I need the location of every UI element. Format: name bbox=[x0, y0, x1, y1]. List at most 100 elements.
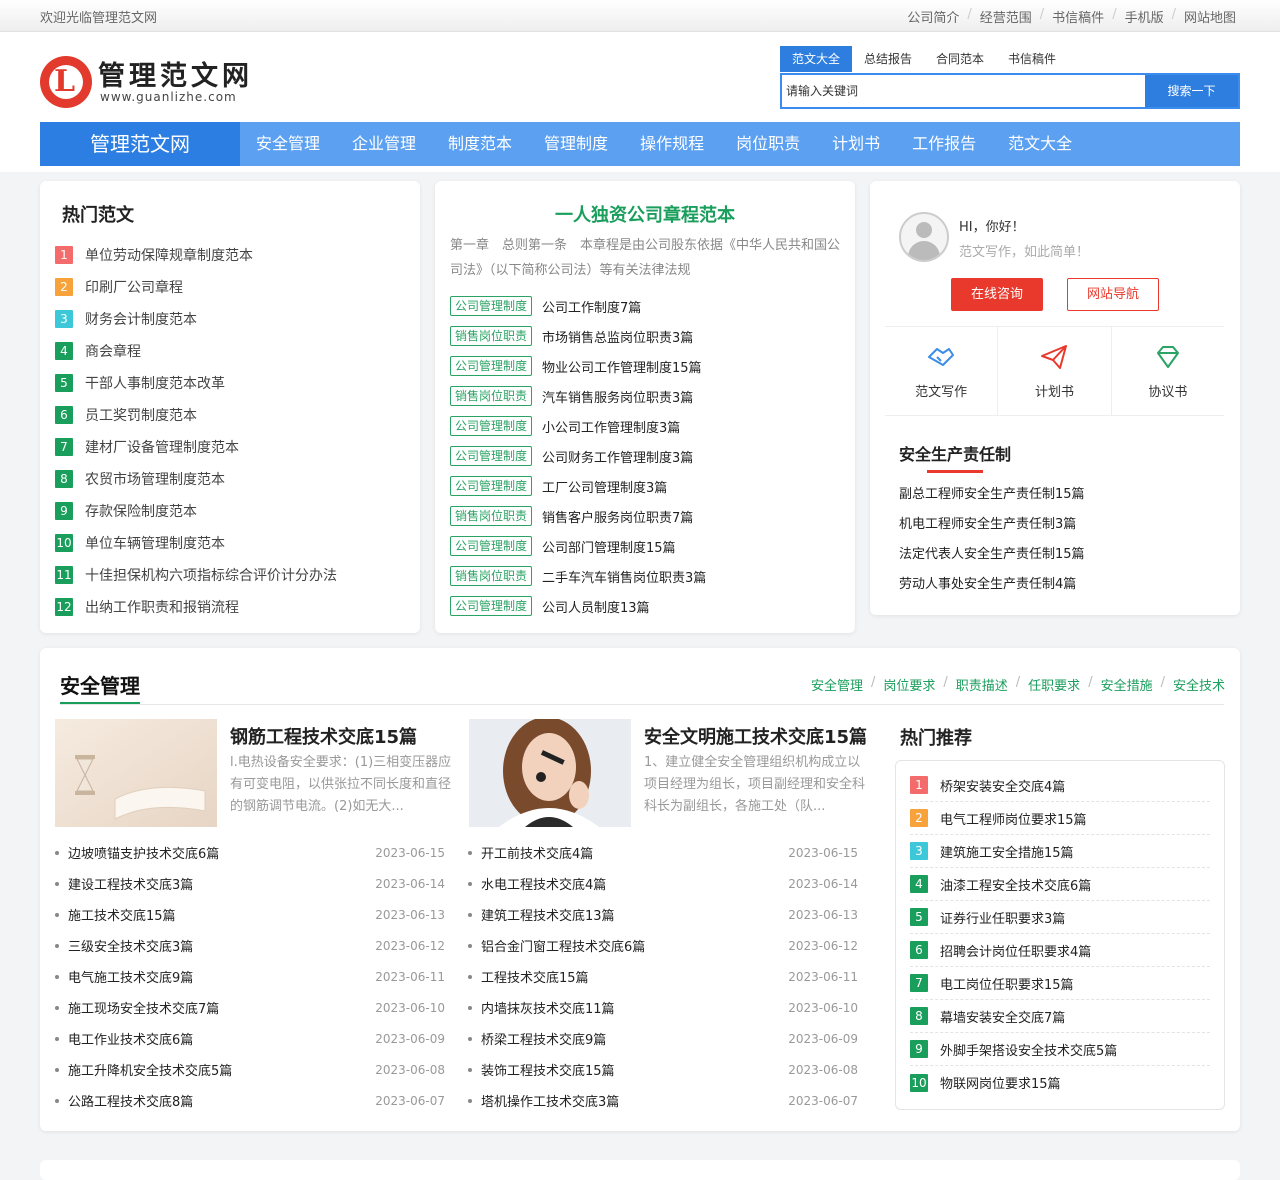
feature-title[interactable]: 钢筋工程技术交底15篇 bbox=[230, 723, 417, 749]
list-item[interactable]: 内墙抹灰技术交底11篇 2023-06-10 bbox=[468, 992, 858, 1023]
list-item[interactable]: 施工技术交底15篇 2023-06-13 bbox=[55, 899, 445, 930]
list-item[interactable]: 12 出纳工作职责和报销流程 bbox=[55, 591, 337, 623]
section-link[interactable]: 职责描述 bbox=[956, 675, 1008, 694]
search-button[interactable]: 搜索一下 bbox=[1145, 75, 1238, 107]
feature-article[interactable]: 安全文明施工技术交底15篇 1、建立健全安全管理组织机构成立以项目经理为组长，项… bbox=[469, 719, 869, 827]
list-item[interactable]: 2 电气工程师岗位要求15篇 bbox=[910, 802, 1210, 835]
section-link[interactable]: 安全技术 bbox=[1173, 675, 1225, 694]
site-nav-button[interactable]: 网站导航 bbox=[1067, 278, 1159, 311]
nav-item-management-system[interactable]: 管理制度 bbox=[528, 122, 624, 166]
nav-item-reports[interactable]: 工作报告 bbox=[896, 122, 992, 166]
list-item[interactable]: 施工升降机安全技术交底5篇 2023-06-08 bbox=[55, 1054, 445, 1085]
list-item[interactable]: 3 财务会计制度范本 bbox=[55, 303, 337, 335]
list-item[interactable]: 工程技术交底15篇 2023-06-11 bbox=[468, 961, 858, 992]
feature-article[interactable]: 钢筋工程技术交底15篇 l.电热设备安全要求：(1)三相变压器应有可变电阻，以供… bbox=[55, 719, 455, 827]
list-item[interactable]: 销售岗位职责 汽车销售服务岗位职责3篇 bbox=[450, 381, 706, 411]
list-item[interactable]: 水电工程技术交底4篇 2023-06-14 bbox=[468, 868, 858, 899]
list-item[interactable]: 7 建材厂设备管理制度范本 bbox=[55, 431, 337, 463]
list-item[interactable]: 公司管理制度 公司部门管理制度15篇 bbox=[450, 531, 706, 561]
section-links: 安全管理 / 岗位要求 / 职责描述 / 任职要求 / 安全措施 / 安全技术 bbox=[810, 675, 1225, 694]
nav-item-system-templates[interactable]: 制度范本 bbox=[432, 122, 528, 166]
list-item[interactable]: 销售岗位职责 市场销售总监岗位职责3篇 bbox=[450, 321, 706, 351]
nav-item-enterprise[interactable]: 企业管理 bbox=[336, 122, 432, 166]
list-item[interactable]: 8 幕墙安装安全交底7篇 bbox=[910, 1000, 1210, 1033]
list-item[interactable]: 销售岗位职责 销售客户服务岗位职责7篇 bbox=[450, 501, 706, 531]
list-item[interactable]: 4 油漆工程安全技术交底6篇 bbox=[910, 868, 1210, 901]
article-thumbnail[interactable] bbox=[469, 719, 631, 827]
list-item[interactable]: 塔机操作工技术交底3篇 2023-06-07 bbox=[468, 1085, 858, 1116]
list-item[interactable]: 装饰工程技术交底15篇 2023-06-08 bbox=[468, 1054, 858, 1085]
nav-item-plans[interactable]: 计划书 bbox=[816, 122, 896, 166]
nav-item-all[interactable]: 范文大全 bbox=[992, 122, 1088, 166]
featured-title[interactable]: 一人独资公司章程范本 bbox=[435, 201, 855, 227]
list-item[interactable]: 公司管理制度 物业公司工作管理制度15篇 bbox=[450, 351, 706, 381]
list-item[interactable]: 9 外脚手架搭设安全技术交底5篇 bbox=[910, 1033, 1210, 1066]
section-link[interactable]: 安全管理 bbox=[811, 675, 863, 694]
link-company-intro[interactable]: 公司简介 bbox=[907, 7, 959, 26]
section-link[interactable]: 岗位要求 bbox=[883, 675, 935, 694]
list-item[interactable]: 铝合金门窗工程技术交底6篇 2023-06-12 bbox=[468, 930, 858, 961]
list-item[interactable]: 7 电工岗位任职要求15篇 bbox=[910, 967, 1210, 1000]
link-mobile[interactable]: 手机版 bbox=[1125, 7, 1164, 26]
list-item[interactable]: 6 招聘会计岗位任职要求4篇 bbox=[910, 934, 1210, 967]
list-item[interactable]: 公司管理制度 公司工作制度7篇 bbox=[450, 291, 706, 321]
search-tab-contract[interactable]: 合同范本 bbox=[924, 46, 996, 72]
nav-brand[interactable]: 管理范文网 bbox=[40, 122, 240, 166]
search-tab-letters[interactable]: 书信稿件 bbox=[996, 46, 1068, 72]
list-item[interactable]: 电工作业技术交底6篇 2023-06-09 bbox=[55, 1023, 445, 1054]
list-item[interactable]: 施工现场安全技术交底7篇 2023-06-10 bbox=[55, 992, 445, 1023]
nav-item-procedures[interactable]: 操作规程 bbox=[624, 122, 720, 166]
site-logo[interactable]: L 管理范文网 www.guanlizhe.com bbox=[40, 54, 260, 110]
list-item[interactable]: 10 物联网岗位要求15篇 bbox=[910, 1066, 1210, 1099]
search-tab-summary[interactable]: 总结报告 bbox=[852, 46, 924, 72]
list-item[interactable]: 副总工程师安全生产责任制15篇 bbox=[899, 477, 1085, 507]
search-input[interactable]: 请输入关键词 bbox=[782, 75, 1145, 107]
search-tab-all[interactable]: 范文大全 bbox=[780, 46, 853, 72]
shortcut-plan[interactable]: 计划书 bbox=[998, 327, 1112, 415]
list-item[interactable]: 4 商会章程 bbox=[55, 335, 337, 367]
list-item[interactable]: 5 干部人事制度范本改革 bbox=[55, 367, 337, 399]
list-item[interactable]: 开工前技术交底4篇 2023-06-15 bbox=[468, 837, 858, 868]
list-item[interactable]: 劳动人事处安全生产责任制4篇 bbox=[899, 567, 1085, 597]
link-business-scope[interactable]: 经营范围 bbox=[980, 7, 1032, 26]
link-letters[interactable]: 书信稿件 bbox=[1052, 7, 1104, 26]
list-item[interactable]: 销售岗位职责 二手车汽车销售岗位职责3篇 bbox=[450, 561, 706, 591]
list-item[interactable]: 8 农贸市场管理制度范本 bbox=[55, 463, 337, 495]
online-consult-button[interactable]: 在线咨询 bbox=[951, 278, 1043, 311]
list-item[interactable]: 1 桥架安装安全交底4篇 bbox=[910, 769, 1210, 802]
list-item[interactable]: 1 单位劳动保障规章制度范本 bbox=[55, 239, 337, 271]
list-item[interactable]: 公司管理制度 公司财务工作管理制度3篇 bbox=[450, 441, 706, 471]
list-item[interactable]: 6 员工奖罚制度范本 bbox=[55, 399, 337, 431]
list-item[interactable]: 公司管理制度 公司人员制度13篇 bbox=[450, 591, 706, 621]
welcome-text: 欢迎光临管理范文网 bbox=[40, 11, 158, 26]
list-item[interactable]: 公司管理制度 工厂公司管理制度3篇 bbox=[450, 471, 706, 501]
section-link[interactable]: 任职要求 bbox=[1028, 675, 1080, 694]
list-item[interactable]: 公路工程技术交底8篇 2023-06-07 bbox=[55, 1085, 445, 1116]
safety-section: 安全管理 安全管理 / 岗位要求 / 职责描述 / 任职要求 / 安全措施 / 安全技术 … bbox=[40, 648, 1240, 1131]
link-sitemap[interactable]: 网站地图 bbox=[1184, 7, 1236, 26]
shortcut-writing[interactable]: 范文写作 bbox=[885, 327, 999, 415]
list-item[interactable]: 5 证券行业任职要求3篇 bbox=[910, 901, 1210, 934]
list-item[interactable]: 电气施工技术交底9篇 2023-06-11 bbox=[55, 961, 445, 992]
diamond-icon bbox=[1156, 346, 1179, 368]
list-item[interactable]: 10 单位车辆管理制度范本 bbox=[55, 527, 337, 559]
list-item[interactable]: 建设工程技术交底3篇 2023-06-14 bbox=[55, 868, 445, 899]
article-thumbnail[interactable] bbox=[55, 719, 217, 827]
list-item[interactable]: 公司管理制度 小公司工作管理制度3篇 bbox=[450, 411, 706, 441]
nav-item-job-duties[interactable]: 岗位职责 bbox=[720, 122, 816, 166]
list-item[interactable]: 法定代表人安全生产责任制15篇 bbox=[899, 537, 1085, 567]
feature-title[interactable]: 安全文明施工技术交底15篇 bbox=[644, 723, 867, 749]
list-item[interactable]: 9 存款保险制度范本 bbox=[55, 495, 337, 527]
shortcut-agreement[interactable]: 协议书 bbox=[1112, 327, 1224, 415]
list-item[interactable]: 边坡喷锚支护技术交底6篇 2023-06-15 bbox=[55, 837, 445, 868]
list-item[interactable]: 机电工程师安全生产责任制3篇 bbox=[899, 507, 1085, 537]
list-item[interactable]: 三级安全技术交底3篇 2023-06-12 bbox=[55, 930, 445, 961]
list-item[interactable]: 桥梁工程技术交底9篇 2023-06-09 bbox=[468, 1023, 858, 1054]
list-item[interactable]: 11 十佳担保机构六项指标综合评价计分办法 bbox=[55, 559, 337, 591]
nav-item-safety[interactable]: 安全管理 bbox=[240, 122, 336, 166]
list-item[interactable]: 3 建筑施工安全措施15篇 bbox=[910, 835, 1210, 868]
section-link[interactable]: 安全措施 bbox=[1101, 675, 1153, 694]
list-item[interactable]: 建筑工程技术交底13篇 2023-06-13 bbox=[468, 899, 858, 930]
list-item[interactable]: 2 印刷厂公司章程 bbox=[55, 271, 337, 303]
shortcut-label: 协议书 bbox=[1148, 385, 1188, 400]
